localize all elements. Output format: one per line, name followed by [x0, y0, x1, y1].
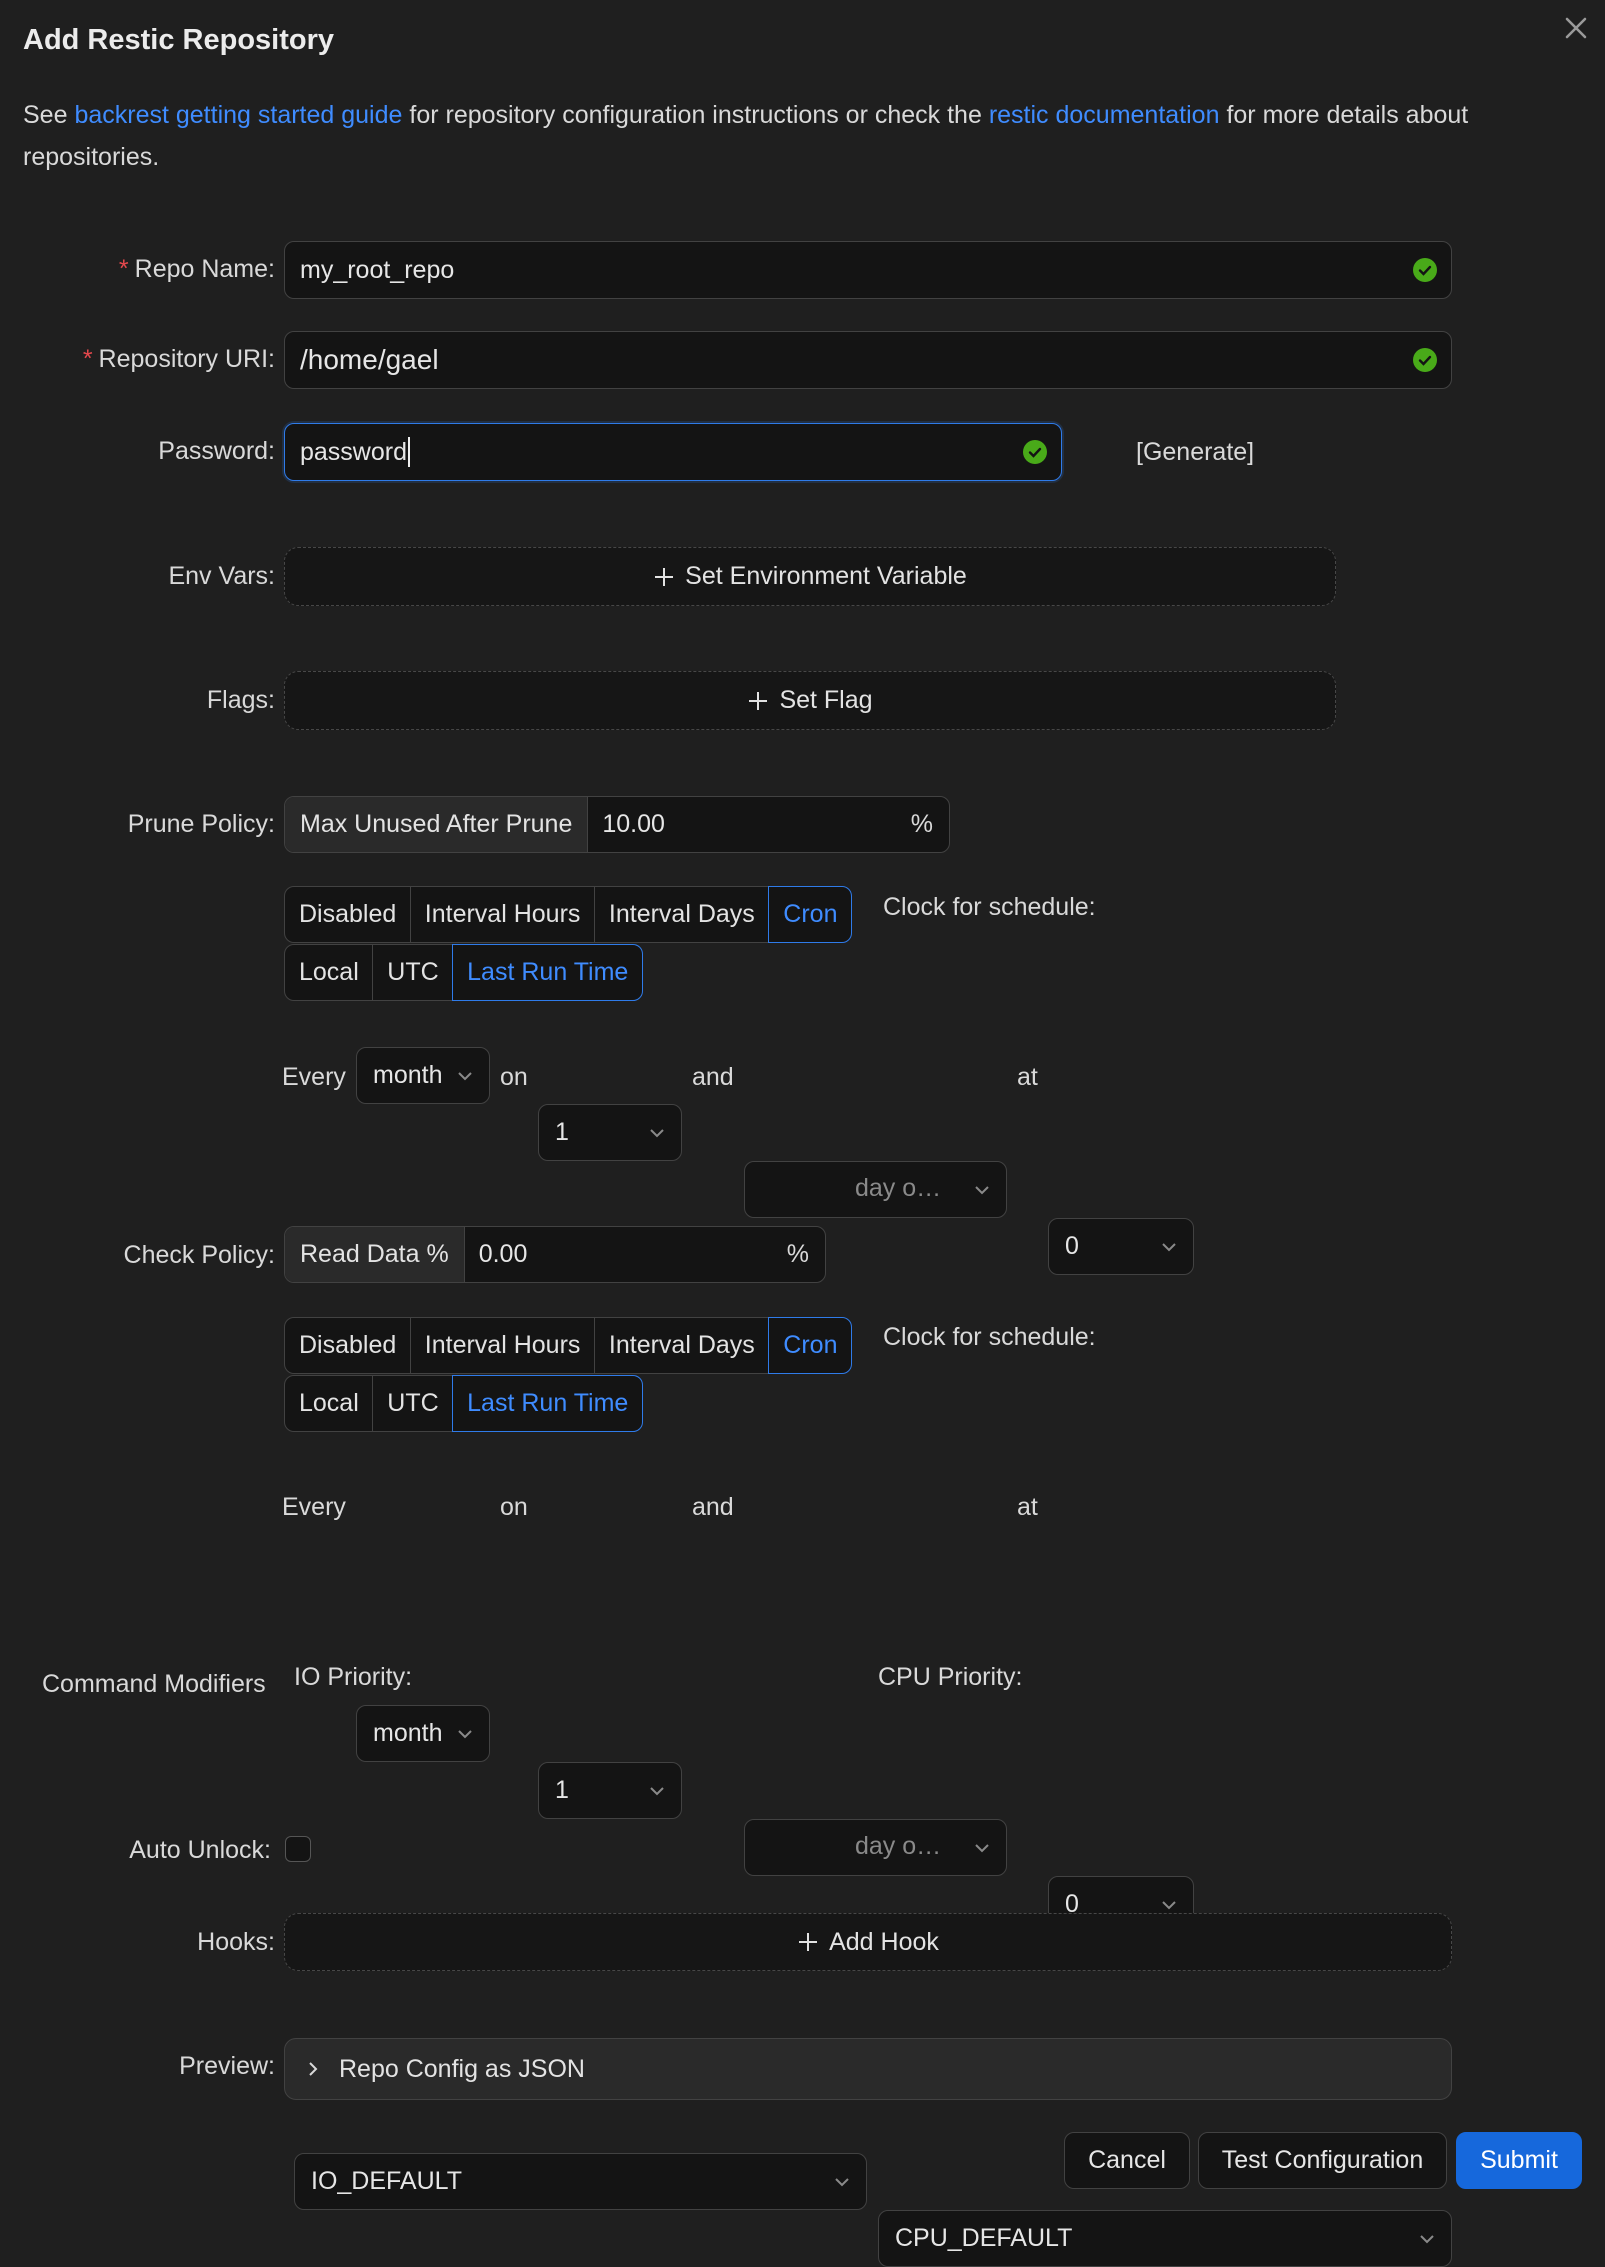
flags-label: Flags:: [206, 686, 275, 714]
preview-label: Preview:: [179, 2052, 275, 2080]
check-cron-on: on: [500, 1493, 528, 1521]
prune-schedule-mode-selector[interactable]: Disabled Interval Hours Interval Days Cr…: [284, 886, 853, 943]
check-cron-and: and: [692, 1493, 734, 1521]
prune-clock-local[interactable]: Local: [284, 944, 374, 1001]
chevron-down-icon: [835, 2177, 849, 2186]
prune-mode-cron[interactable]: Cron: [768, 886, 853, 943]
repo-name-label: * Repo Name:: [118, 255, 275, 283]
prune-clock-last-run[interactable]: Last Run Time: [452, 944, 644, 1001]
prune-cron-at: at: [1017, 1063, 1038, 1091]
chevron-down-icon: [458, 1071, 472, 1080]
check-mode-cron[interactable]: Cron: [768, 1317, 853, 1374]
prune-mode-interval-hours[interactable]: Interval Hours: [409, 886, 596, 943]
command-modifiers-label: Command Modifiers: [42, 1670, 266, 1698]
check-clock-selector[interactable]: Local UTC Last Run Time: [284, 1375, 644, 1432]
check-schedule-mode-selector[interactable]: Disabled Interval Hours Interval Days Cr…: [284, 1317, 853, 1374]
prune-max-unused-input[interactable]: Max Unused After Prune 10.00 %: [284, 796, 950, 853]
repo-name-input[interactable]: my_root_repo: [284, 241, 1452, 299]
test-configuration-button[interactable]: Test Configuration: [1198, 2132, 1447, 2189]
check-clock-label: Clock for schedule:: [883, 1323, 1096, 1351]
repo-uri-input[interactable]: /home/gael: [284, 331, 1452, 389]
prune-cron-period-select[interactable]: month: [356, 1047, 490, 1104]
chevron-down-icon: [975, 1185, 989, 1194]
repo-config-json-panel[interactable]: Repo Config as JSON: [284, 2038, 1452, 2100]
check-cron-weekday-select[interactable]: day o…: [744, 1819, 1007, 1876]
prune-mode-interval-days[interactable]: Interval Days: [593, 886, 770, 943]
prune-clock-selector[interactable]: Local UTC Last Run Time: [284, 944, 644, 1001]
close-icon[interactable]: [1560, 12, 1592, 44]
restic-docs-link[interactable]: restic documentation: [989, 101, 1220, 129]
check-mode-disabled[interactable]: Disabled: [284, 1317, 412, 1374]
add-hook-button[interactable]: Add Hook: [284, 1913, 1452, 1971]
chevron-down-icon: [975, 1843, 989, 1852]
prune-cron-hour-select[interactable]: 0: [1048, 1218, 1194, 1275]
check-policy-label: Check Policy:: [123, 1241, 275, 1269]
chevron-down-icon: [458, 1729, 472, 1738]
prune-cron-every: Every: [282, 1063, 346, 1091]
chevron-down-icon: [1420, 2234, 1434, 2243]
chevron-down-icon: [650, 1786, 664, 1795]
password-input[interactable]: password: [284, 423, 1062, 481]
prune-cron-weekday-select[interactable]: day o…: [744, 1161, 1007, 1218]
dialog-title: Add Restic Repository: [23, 24, 334, 56]
check-mode-interval-days[interactable]: Interval Days: [593, 1317, 770, 1374]
set-flag-button[interactable]: Set Flag: [284, 671, 1336, 730]
chevron-down-icon: [1162, 1242, 1176, 1251]
intro-text: See backrest getting started guide for r…: [23, 101, 1469, 171]
check-cron-period-select[interactable]: month: [356, 1705, 490, 1762]
getting-started-link[interactable]: backrest getting started guide: [74, 101, 402, 129]
check-clock-local[interactable]: Local: [284, 1375, 374, 1432]
password-label: Password:: [158, 437, 275, 465]
repo-uri-label: * Repository URI:: [82, 345, 275, 373]
prune-cron-day-select[interactable]: 1: [538, 1104, 682, 1161]
check-cron-every: Every: [282, 1493, 346, 1521]
plus-icon: [655, 567, 674, 586]
generate-password-button[interactable]: [Generate]: [1136, 438, 1254, 467]
io-priority-label: IO Priority:: [294, 1663, 413, 1691]
prune-cron-and: and: [692, 1063, 734, 1091]
auto-unlock-label: Auto Unlock:: [129, 1836, 271, 1864]
chevron-right-icon: [309, 2062, 318, 2076]
check-mode-interval-hours[interactable]: Interval Hours: [409, 1317, 596, 1374]
check-read-data-input[interactable]: Read Data % 0.00 %: [284, 1226, 826, 1283]
prune-mode-disabled[interactable]: Disabled: [284, 886, 412, 943]
check-circle-icon: [1413, 258, 1437, 282]
hooks-label: Hooks:: [197, 1928, 275, 1956]
check-clock-last-run[interactable]: Last Run Time: [452, 1375, 644, 1432]
io-priority-select[interactable]: IO_DEFAULT: [294, 2153, 867, 2210]
submit-button[interactable]: Submit: [1456, 2132, 1582, 2189]
set-env-var-button[interactable]: Set Environment Variable: [284, 547, 1336, 606]
check-circle-icon: [1023, 440, 1047, 464]
prune-policy-label: Prune Policy:: [127, 810, 275, 838]
auto-unlock-checkbox[interactable]: [285, 1836, 311, 1862]
chevron-down-icon: [1162, 1900, 1176, 1909]
plus-icon: [749, 691, 768, 710]
cancel-button[interactable]: Cancel: [1064, 2132, 1190, 2189]
check-cron-at: at: [1017, 1493, 1038, 1521]
env-vars-label: Env Vars:: [168, 562, 275, 590]
check-cron-day-select[interactable]: 1: [538, 1762, 682, 1819]
prune-clock-utc[interactable]: UTC: [372, 944, 454, 1001]
prune-cron-on: on: [500, 1063, 528, 1091]
chevron-down-icon: [650, 1128, 664, 1137]
cpu-priority-label: CPU Priority:: [878, 1663, 1023, 1691]
cpu-priority-select[interactable]: CPU_DEFAULT: [878, 2210, 1452, 2267]
check-circle-icon: [1413, 348, 1437, 372]
plus-icon: [799, 1933, 818, 1951]
prune-clock-label: Clock for schedule:: [883, 893, 1096, 921]
check-clock-utc[interactable]: UTC: [372, 1375, 454, 1432]
